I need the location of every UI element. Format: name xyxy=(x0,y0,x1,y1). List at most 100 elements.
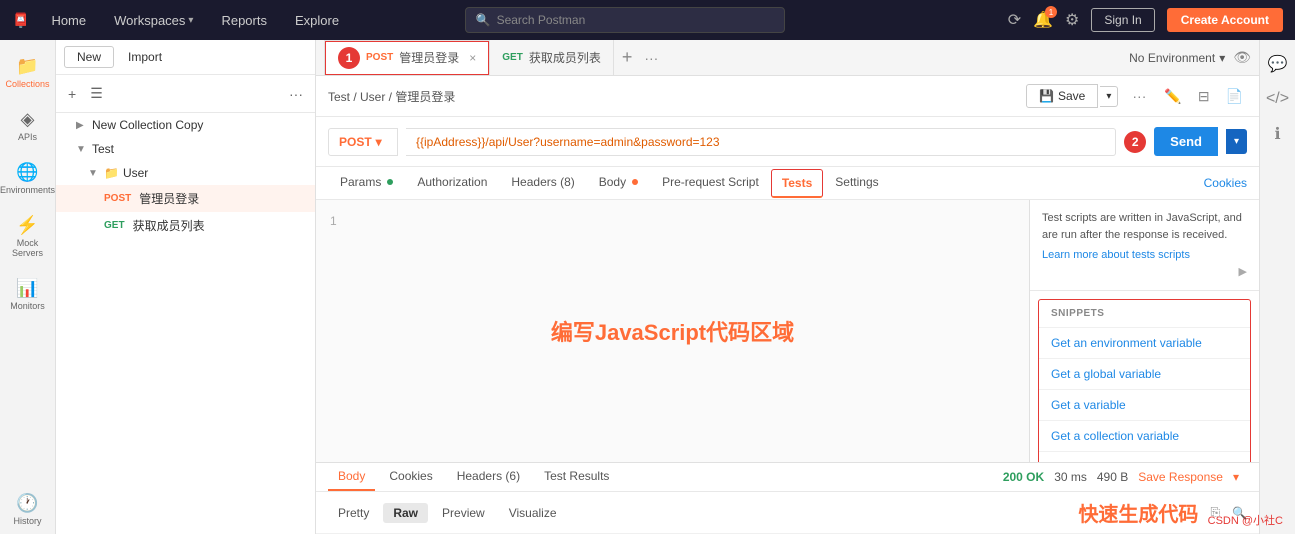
collections-actions-bar: + ☰ ··· xyxy=(56,75,315,113)
snippet-item-collection-var[interactable]: Get a collection variable xyxy=(1039,421,1250,452)
nav-home[interactable]: Home xyxy=(45,9,92,32)
sidebar-item-history[interactable]: 🕐 History xyxy=(3,485,53,534)
sidebar-item-environments[interactable]: 🌐 Environments xyxy=(3,154,53,203)
badge-number-2: 2 xyxy=(1124,131,1146,153)
request-item-get-members[interactable]: GET 获取成员列表 xyxy=(56,212,315,239)
folder-item-user[interactable]: ▼ 📁 User xyxy=(56,161,315,185)
send-dropdown-button[interactable]: ▾ xyxy=(1226,129,1247,154)
sidebar-item-monitors[interactable]: 📊 Monitors xyxy=(3,270,53,319)
collection-item-new-collection-copy[interactable]: ▶ New Collection Copy xyxy=(56,113,315,137)
editor-placeholder: 编写JavaScript代码区域 xyxy=(551,315,794,347)
req-tab-tests[interactable]: Tests xyxy=(771,169,823,198)
snippet-item-set-env-var[interactable]: Set an environment variable xyxy=(1039,452,1250,462)
req-tab-settings[interactable]: Settings xyxy=(823,167,890,199)
snippet-item-env-var[interactable]: Get an environment variable xyxy=(1039,328,1250,359)
sync-icon[interactable]: ⟳ xyxy=(1008,10,1021,30)
sidebar-item-apis[interactable]: ◈ APIs xyxy=(3,101,53,150)
comment-icon[interactable]: 💬 xyxy=(1262,48,1294,80)
bottom-tabs-bar: Body Cookies Headers (6) Test Results 20… xyxy=(316,463,1259,492)
signin-button[interactable]: Sign In xyxy=(1091,8,1154,32)
request-item-admin-login[interactable]: POST 管理员登录 xyxy=(56,185,315,212)
url-input[interactable] xyxy=(416,135,1105,149)
format-pretty[interactable]: Pretty xyxy=(328,503,379,523)
req-tab-authorization[interactable]: Authorization xyxy=(405,167,499,199)
layout-icon[interactable]: ⊟ xyxy=(1194,88,1214,105)
edit-icon[interactable]: ✏️ xyxy=(1160,88,1185,105)
more-options-button[interactable]: ··· xyxy=(1126,88,1152,104)
eye-icon[interactable]: 👁 xyxy=(1233,49,1251,66)
tab-get-members[interactable]: GET 获取成员列表 xyxy=(490,40,614,76)
method-value: POST xyxy=(339,135,372,149)
format-visualize[interactable]: Visualize xyxy=(499,503,567,523)
quick-code-text: 快速生成代码 xyxy=(1078,498,1198,527)
url-input-wrapper xyxy=(406,128,1116,156)
bottom-tab-headers[interactable]: Headers (6) xyxy=(447,463,530,491)
req-tab-body[interactable]: Body xyxy=(587,167,650,199)
snippet-item-variable[interactable]: Get a variable xyxy=(1039,390,1250,421)
more-options-button[interactable]: ··· xyxy=(285,84,307,104)
settings-icon[interactable]: ⚙ xyxy=(1065,10,1079,30)
save-dropdown-button[interactable]: ▾ xyxy=(1100,86,1118,107)
search-bar[interactable]: 🔍 xyxy=(465,7,785,33)
collection-item-test[interactable]: ▼ Test xyxy=(56,137,315,161)
learn-more-link[interactable]: Learn more about tests scripts xyxy=(1042,249,1190,261)
tab-admin-login[interactable]: 1 POST 管理员登录 × xyxy=(324,40,490,76)
environment-selector[interactable]: No Environment ▾ xyxy=(1121,51,1233,65)
snippet-item-global-var[interactable]: Get a global variable xyxy=(1039,359,1250,390)
code-icon[interactable]: </> xyxy=(1260,84,1295,114)
status-ok: 200 OK xyxy=(1003,470,1044,484)
nav-explore[interactable]: Explore xyxy=(289,9,345,32)
req-tab-headers[interactable]: Headers (8) xyxy=(499,167,586,199)
method-label-post: POST xyxy=(104,193,131,204)
create-account-button[interactable]: Create Account xyxy=(1167,8,1283,32)
invite-icon[interactable]: 🔔 1 xyxy=(1033,10,1053,30)
new-button[interactable]: New xyxy=(64,46,114,68)
top-navigation: 📮 Home Workspaces ▾ Reports Explore 🔍 ⟳ … xyxy=(0,0,1295,40)
save-response-button[interactable]: Save Response xyxy=(1138,470,1223,484)
bottom-tab-body[interactable]: Body xyxy=(328,463,375,491)
chevron-down-icon: ▾ xyxy=(376,135,382,149)
search-input[interactable] xyxy=(497,13,774,27)
sidebar-item-mock-servers[interactable]: ⚡ Mock Servers xyxy=(3,207,53,266)
tab-overflow-button[interactable]: ··· xyxy=(640,50,662,66)
nav-workspaces[interactable]: Workspaces ▾ xyxy=(108,9,199,32)
add-tab-button[interactable]: + xyxy=(614,47,641,68)
save-button[interactable]: 💾 Save xyxy=(1026,84,1098,108)
send-button[interactable]: Send xyxy=(1154,127,1218,156)
history-icon: 🕐 xyxy=(16,493,38,514)
method-selector[interactable]: POST ▾ xyxy=(328,128,398,156)
docs-icon[interactable]: 📄 xyxy=(1222,88,1247,105)
req-tab-params[interactable]: Params xyxy=(328,167,405,199)
snippets-info: Test scripts are written in JavaScript, … xyxy=(1030,200,1259,291)
info-icon[interactable]: ℹ xyxy=(1268,118,1286,150)
close-icon[interactable]: × xyxy=(469,51,476,65)
editor-area[interactable]: 1 编写JavaScript代码区域 xyxy=(316,200,1029,462)
app-logo: 📮 xyxy=(12,12,29,29)
request-tabs: Params Authorization Headers (8) Body Pr… xyxy=(316,167,1259,200)
chevron-right-icon: ▶ xyxy=(76,120,88,131)
save-button-group: 💾 Save ▾ xyxy=(1026,84,1118,108)
main-layout: 📁 Collections ◈ APIs 🌐 Environments ⚡ Mo… xyxy=(0,40,1295,534)
bottom-tab-test-results[interactable]: Test Results xyxy=(534,463,619,491)
chevron-down-icon: ▼ xyxy=(76,144,88,155)
format-preview[interactable]: Preview xyxy=(432,503,495,523)
apis-icon: ◈ xyxy=(21,109,35,130)
sidebar-item-collections[interactable]: 📁 Collections xyxy=(3,48,53,97)
notification-badge: 1 xyxy=(1045,6,1057,18)
badge-number-1: 1 xyxy=(338,47,360,69)
import-button[interactable]: Import xyxy=(120,47,170,67)
chevron-down-icon: ▾ xyxy=(188,15,193,26)
add-collection-button[interactable]: + xyxy=(64,84,80,104)
params-dot xyxy=(387,179,393,185)
tab-method-post: POST xyxy=(366,52,393,63)
format-raw[interactable]: Raw xyxy=(383,503,428,523)
cookies-link[interactable]: Cookies xyxy=(1204,176,1247,190)
req-tab-pre-request[interactable]: Pre-request Script xyxy=(650,167,771,199)
collections-icon: 📁 xyxy=(16,56,38,77)
sidebar-icons: 📁 Collections ◈ APIs 🌐 Environments ⚡ Mo… xyxy=(0,40,56,534)
nav-reports[interactable]: Reports xyxy=(215,9,273,32)
tabs-bar: 1 POST 管理员登录 × GET 获取成员列表 + ··· No Envir… xyxy=(316,40,1259,76)
bottom-tab-cookies[interactable]: Cookies xyxy=(379,463,442,491)
chevron-down-icon: ▾ xyxy=(1219,51,1225,65)
filter-button[interactable]: ☰ xyxy=(86,83,107,104)
